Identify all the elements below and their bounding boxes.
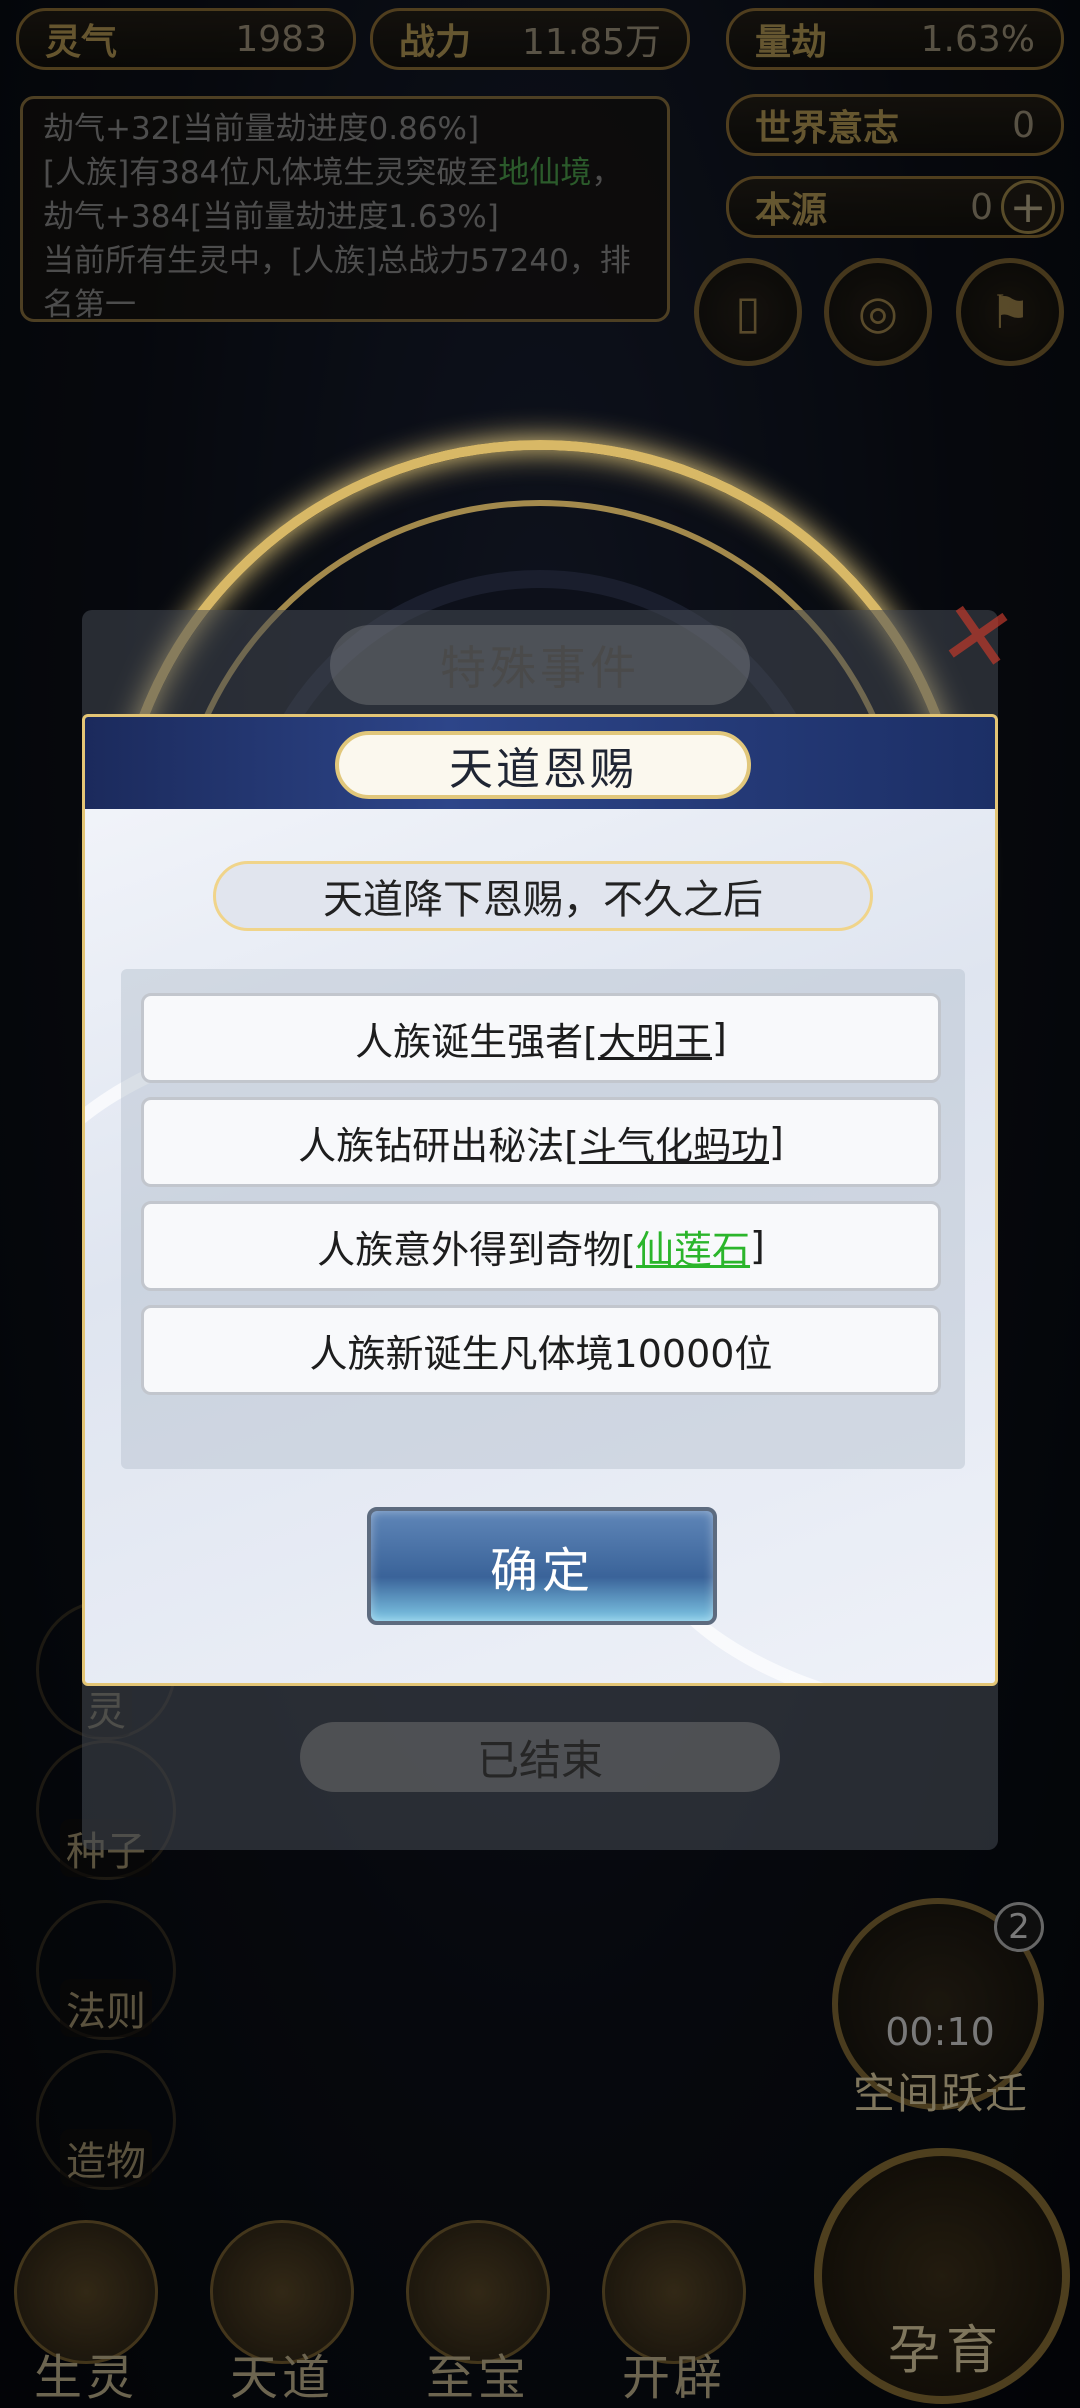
tiandao-dialog: 天道恩赐 天道降下恩赐，不久之后 人族诞生强者[大明王] 人族钻研出秘法[斗气化… bbox=[82, 714, 998, 1686]
reward-bracket: ] bbox=[750, 1224, 765, 1268]
reward-item[interactable]: 人族新诞生凡体境10000位 bbox=[141, 1305, 941, 1395]
reward-bracket: ] bbox=[769, 1120, 784, 1164]
confirm-button[interactable]: 确定 bbox=[367, 1507, 717, 1625]
dialog-subtitle: 天道降下恩赐，不久之后 bbox=[213, 861, 873, 931]
reward-text: 人族钻研出秘法[ bbox=[298, 1123, 579, 1168]
reward-bracket: ] bbox=[712, 1016, 727, 1060]
reward-text: 人族意外得到奇物[ bbox=[317, 1227, 636, 1272]
reward-list: 人族诞生强者[大明王] 人族钻研出秘法[斗气化蚂功] 人族意外得到奇物[仙莲石]… bbox=[121, 969, 965, 1469]
reward-item[interactable]: 人族诞生强者[大明王] bbox=[141, 993, 941, 1083]
dialog-title: 天道恩赐 bbox=[335, 731, 751, 799]
reward-text: 人族诞生强者[ bbox=[355, 1019, 598, 1064]
special-event-title: 特殊事件 bbox=[330, 625, 750, 705]
reward-link[interactable]: 斗气化蚂功 bbox=[579, 1115, 769, 1170]
ended-button[interactable]: 已结束 bbox=[300, 1722, 780, 1792]
reward-text: 人族新诞生凡体境10000位 bbox=[309, 1331, 773, 1376]
reward-link[interactable]: 大明王 bbox=[598, 1011, 712, 1066]
reward-item[interactable]: 人族意外得到奇物[仙莲石] bbox=[141, 1201, 941, 1291]
reward-item[interactable]: 人族钻研出秘法[斗气化蚂功] bbox=[141, 1097, 941, 1187]
reward-link[interactable]: 仙莲石 bbox=[636, 1219, 750, 1274]
